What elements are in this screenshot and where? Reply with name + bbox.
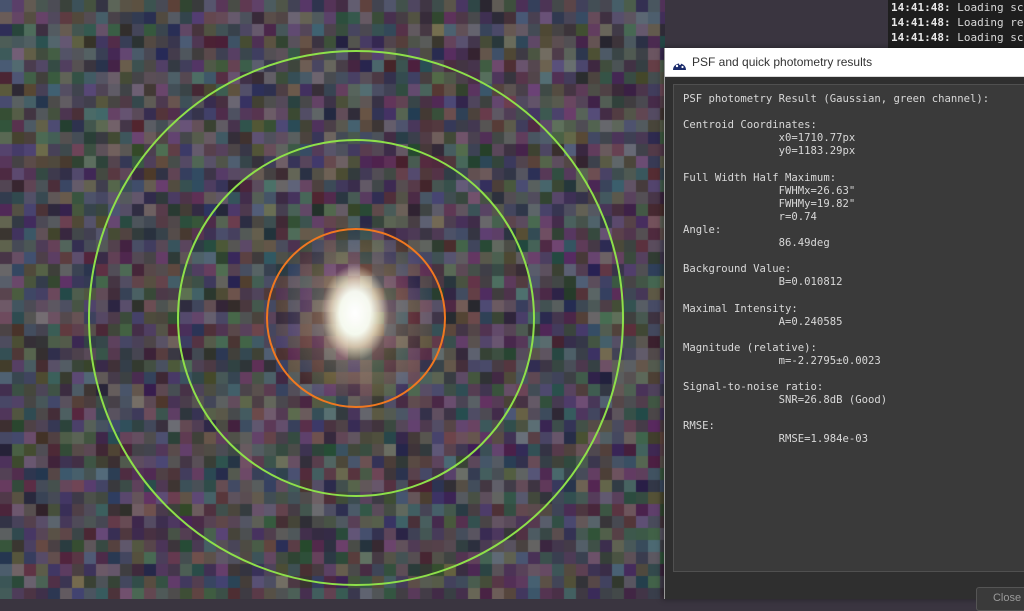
console-timestamp: 14:41:48:: [891, 1, 951, 14]
console-line: 14:41:48: Loading sc: [891, 30, 1024, 45]
dialog-body: PSF photometry Result (Gaussian, green c…: [665, 77, 1024, 599]
siril-app-icon: [672, 56, 687, 70]
close-button[interactable]: Close: [976, 587, 1024, 611]
console-line: 14:41:48: Loading sc: [891, 0, 1024, 15]
console-message: Loading sc: [950, 1, 1024, 14]
dialog-title: PSF and quick photometry results: [692, 55, 873, 69]
console-timestamp: 14:41:48:: [891, 16, 951, 29]
console-message: Loading re: [950, 16, 1024, 29]
outer-annulus-ring: [88, 50, 624, 586]
inner-annulus-ring: [177, 139, 535, 497]
console-message: Loading sc: [950, 31, 1024, 44]
dialog-titlebar[interactable]: PSF and quick photometry results: [665, 48, 1024, 77]
photometry-overlay: [88, 50, 624, 586]
psf-results-dialog: PSF and quick photometry results PSF pho…: [664, 48, 1024, 611]
image-viewer[interactable]: [0, 0, 665, 599]
psf-result-text: PSF photometry Result (Gaussian, green c…: [683, 93, 990, 446]
console-line: 14:41:48: Loading re: [891, 15, 1024, 30]
aperture-ring: [266, 228, 446, 408]
result-text-view[interactable]: PSF photometry Result (Gaussian, green c…: [673, 84, 1024, 572]
console-timestamp: 14:41:48:: [891, 31, 951, 44]
